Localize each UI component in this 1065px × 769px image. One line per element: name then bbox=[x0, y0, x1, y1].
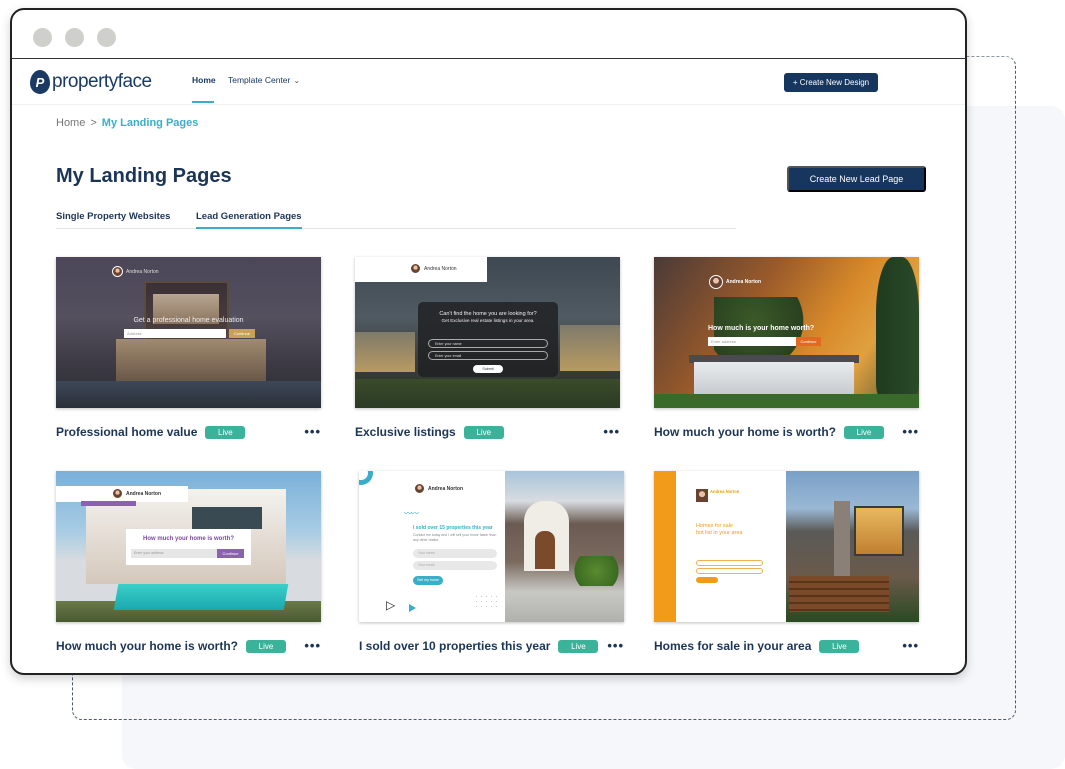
preview-button: Continue bbox=[796, 337, 821, 346]
preview-input: Address bbox=[124, 329, 226, 338]
tabs: Single Property Websites Lead Generation… bbox=[56, 209, 736, 229]
agent-avatar bbox=[112, 488, 123, 499]
status-badge: Live bbox=[819, 639, 860, 653]
preview-heading: I sold over 15 properties this year bbox=[413, 525, 493, 531]
landing-page-card[interactable]: Andrea Norton Can't find the home you ar… bbox=[355, 257, 620, 444]
preview-input: Enter address bbox=[708, 337, 796, 346]
card-thumbnail[interactable]: Andrea Norton 〰〰 I sold over 15 properti… bbox=[359, 471, 624, 622]
breadcrumb-separator: > bbox=[90, 117, 97, 129]
status-badge: Live bbox=[463, 425, 504, 439]
preview-button: Continue bbox=[229, 329, 255, 338]
more-options-icon[interactable]: ••• bbox=[902, 638, 919, 653]
status-badge: Live bbox=[844, 425, 885, 439]
preview-modal: Can't find the home you are looking for?… bbox=[418, 302, 558, 377]
status-badge: Live bbox=[558, 639, 599, 653]
card-title[interactable]: I sold over 10 properties this year bbox=[359, 639, 550, 653]
logo[interactable]: P propertyface bbox=[30, 70, 152, 94]
preview-heading: How much is your home worth? bbox=[708, 325, 815, 332]
preview-agent: Andrea Norton bbox=[112, 266, 159, 277]
more-options-icon[interactable]: ••• bbox=[304, 638, 321, 653]
breadcrumb: Home > My Landing Pages bbox=[56, 117, 198, 129]
card-title[interactable]: How much your home is worth? bbox=[56, 639, 238, 653]
nav-active-indicator bbox=[192, 101, 214, 103]
logo-text: propertyface bbox=[52, 71, 152, 92]
card-thumbnail[interactable]: Andrea Norton Can't find the home you ar… bbox=[355, 257, 620, 408]
card-footer: How much your home is worth? Live ••• bbox=[56, 634, 321, 658]
logo-icon: P bbox=[30, 70, 50, 94]
card-thumbnail[interactable]: Andrea Norton Homes for sale hot list in… bbox=[654, 471, 919, 622]
agent-avatar bbox=[410, 263, 421, 274]
landing-page-card[interactable]: Andrea Norton How much your home is wort… bbox=[56, 471, 321, 658]
preview-agent: Andrea Norton bbox=[414, 483, 463, 494]
preview-agent: Andrea Norton bbox=[112, 488, 161, 499]
play-icon: ▷ bbox=[386, 598, 396, 612]
browser-window: P propertyface Home Template Center ⌄ + … bbox=[10, 8, 967, 675]
card-footer: How much your home is worth? Live ••• bbox=[654, 420, 919, 444]
preview-form: How much your home is worth? Enter your … bbox=[126, 529, 251, 565]
more-options-icon[interactable]: ••• bbox=[603, 424, 620, 439]
more-options-icon[interactable]: ••• bbox=[607, 638, 624, 653]
card-thumbnail[interactable]: Andrea Norton Get a professional home ev… bbox=[56, 257, 321, 408]
status-badge: Live bbox=[205, 425, 246, 439]
landing-page-card[interactable]: Andrea Norton How much is your home wort… bbox=[654, 257, 919, 444]
nav-template-center-label: Template Center bbox=[228, 75, 291, 85]
agent-avatar bbox=[696, 489, 708, 502]
landing-page-card[interactable]: Andrea Norton Get a professional home ev… bbox=[56, 257, 321, 444]
card-title[interactable]: Exclusive listings bbox=[355, 425, 456, 439]
tab-lead-generation-pages[interactable]: Lead Generation Pages bbox=[196, 211, 302, 229]
chevron-down-icon: ⌄ bbox=[293, 75, 301, 85]
status-badge: Live bbox=[246, 639, 287, 653]
window-control-minimize[interactable] bbox=[65, 28, 84, 47]
window-titlebar bbox=[12, 10, 965, 59]
preview-agent: Andrea Norton bbox=[710, 489, 740, 494]
agent-avatar bbox=[414, 483, 425, 494]
window-control-maximize[interactable] bbox=[97, 28, 116, 47]
card-footer: I sold over 10 properties this year Live… bbox=[359, 634, 624, 658]
card-title[interactable]: Homes for sale in your area bbox=[654, 639, 811, 653]
dot-pattern bbox=[474, 594, 500, 608]
breadcrumb-current: My Landing Pages bbox=[101, 117, 199, 129]
preview-subtext: Contact me today and I will sell your ho… bbox=[413, 533, 497, 542]
card-title[interactable]: How much your home is worth? bbox=[654, 425, 836, 439]
nav-home[interactable]: Home bbox=[192, 75, 216, 85]
preview-button bbox=[696, 577, 718, 583]
stage: P propertyface Home Template Center ⌄ + … bbox=[0, 0, 1065, 769]
card-footer: Homes for sale in your area Live ••• bbox=[654, 634, 919, 658]
preview-agent: Andrea Norton bbox=[709, 275, 761, 289]
preview-heading: Get a professional home evaluation bbox=[133, 317, 244, 324]
create-new-design-button[interactable]: + Create New Design bbox=[784, 73, 878, 92]
play-icon bbox=[409, 604, 416, 612]
agent-avatar bbox=[709, 275, 723, 289]
preview-heading: Homes for sale hot list in your area bbox=[696, 523, 743, 536]
page-title: My Landing Pages bbox=[56, 165, 232, 187]
agent-avatar bbox=[112, 266, 123, 277]
card-thumbnail[interactable]: Andrea Norton How much your home is wort… bbox=[56, 471, 321, 622]
landing-page-card[interactable]: Andrea Norton Homes for sale hot list in… bbox=[654, 471, 919, 658]
preview-button: Sell my home bbox=[413, 576, 443, 585]
window-control-close[interactable] bbox=[33, 28, 52, 47]
more-options-icon[interactable]: ••• bbox=[304, 424, 321, 439]
breadcrumb-home[interactable]: Home bbox=[56, 117, 85, 129]
top-navbar: P propertyface Home Template Center ⌄ + … bbox=[12, 59, 965, 105]
card-footer: Professional home value Live ••• bbox=[56, 420, 321, 444]
wave-decoration: 〰〰 bbox=[404, 509, 419, 518]
card-thumbnail[interactable]: Andrea Norton How much is your home wort… bbox=[654, 257, 919, 408]
nav-template-center[interactable]: Template Center ⌄ bbox=[228, 75, 300, 85]
landing-page-card[interactable]: Andrea Norton 〰〰 I sold over 15 properti… bbox=[359, 471, 624, 658]
preview-agent: Andrea Norton bbox=[410, 263, 457, 274]
create-new-lead-page-button[interactable]: Create New Lead Page bbox=[787, 166, 926, 192]
tab-single-property-websites[interactable]: Single Property Websites bbox=[56, 211, 170, 227]
more-options-icon[interactable]: ••• bbox=[902, 424, 919, 439]
card-title[interactable]: Professional home value bbox=[56, 425, 197, 439]
card-footer: Exclusive listings Live ••• bbox=[355, 420, 620, 444]
